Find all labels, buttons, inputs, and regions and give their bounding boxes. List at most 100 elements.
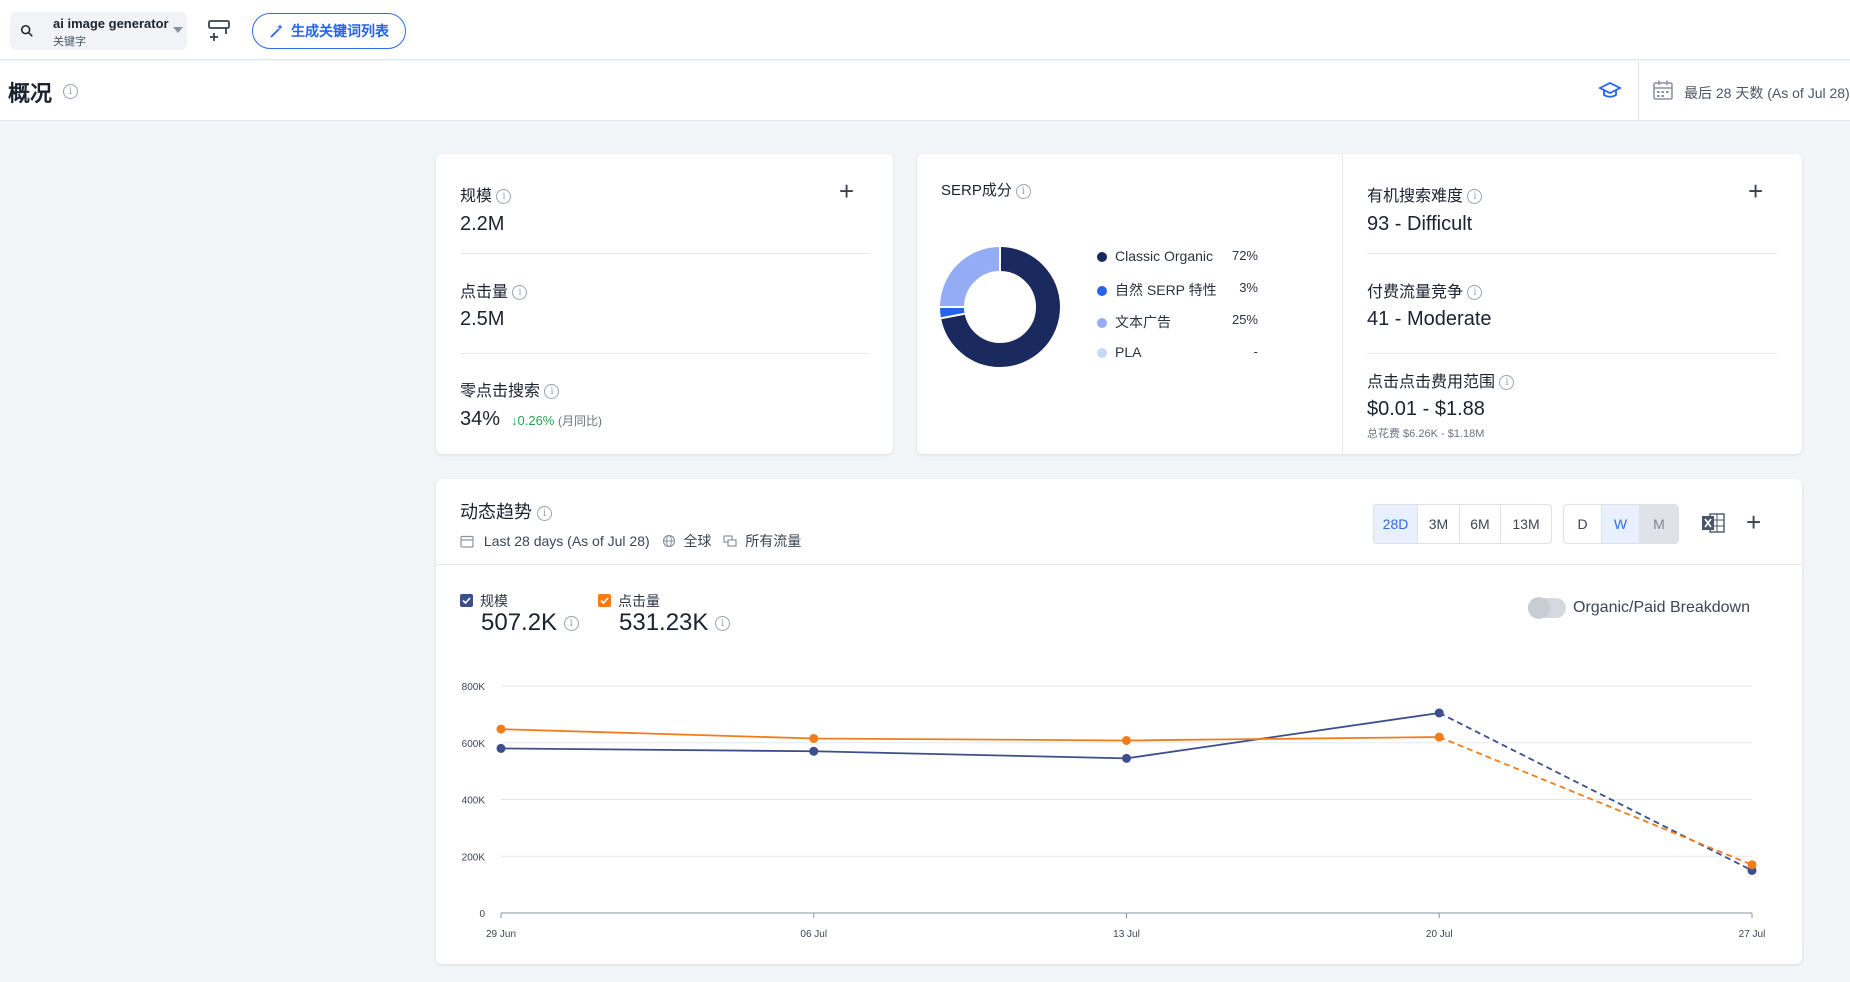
excel-export-icon[interactable] — [1701, 512, 1725, 534]
granularity-tab-day[interactable]: D — [1564, 505, 1602, 543]
trend-region: 全球 — [683, 533, 712, 549]
data-point[interactable] — [496, 724, 506, 734]
range-tabs: 28D 3M 6M 13M — [1373, 504, 1552, 544]
info-icon[interactable]: i — [496, 189, 512, 205]
zero-click-value: 34% — [460, 408, 501, 430]
clicks-series-label: 点击量 — [618, 593, 660, 609]
info-icon[interactable]: i — [544, 384, 560, 400]
data-point[interactable] — [1122, 735, 1131, 745]
clicks-series-value: 531.23K i — [619, 609, 731, 637]
volume-label: 规模 i — [460, 182, 512, 206]
data-point[interactable] — [809, 733, 819, 743]
legend-dot — [1097, 318, 1107, 328]
info-icon[interactable]: i — [537, 505, 553, 521]
info-icon[interactable]: i — [1499, 375, 1515, 391]
check-icon — [600, 597, 609, 605]
traffic-icon — [723, 535, 737, 547]
organic-difficulty-value: 93 - Difficult — [1367, 213, 1473, 235]
generate-keyword-list-button[interactable]: 生成关键词列表 — [252, 13, 406, 49]
generate-label: 生成关键词列表 — [291, 23, 389, 39]
divider — [1367, 353, 1777, 354]
metrics-card: 规模 i + 2.2M 点击量 i 2.5M 零点击搜索 i 34% ↓0.26… — [436, 154, 893, 454]
range-tab-13m[interactable]: 13M — [1501, 505, 1551, 543]
calendar-icon — [460, 535, 474, 548]
serp-title: SERP成分 i — [941, 179, 1032, 200]
cpc-range-label: 点击点击费用范围 i — [1367, 368, 1515, 392]
legend-item: 文本广告 — [1097, 312, 1171, 332]
page-header: 概况 i 最后 28 天数 (As of Jul 28) — [0, 61, 1850, 121]
legend-item: 自然 SERP 特性 — [1097, 280, 1217, 300]
paid-competition-label: 付费流量竞争 i — [1367, 278, 1483, 302]
add-volume-button[interactable]: + — [839, 178, 854, 204]
trend-period: Last 28 days (As of Jul 28) — [483, 533, 650, 549]
data-point[interactable] — [1434, 732, 1444, 742]
range-tab-6m[interactable]: 6M — [1460, 505, 1501, 543]
organic-paid-toggle[interactable] — [1528, 597, 1566, 619]
keyword-selector[interactable]: ai image generator 关键字 — [10, 12, 187, 50]
zero-click-delta: ↓0.26% (月同比) — [511, 413, 602, 428]
chevron-down-icon — [173, 27, 183, 33]
calendar-icon[interactable] — [1652, 79, 1674, 101]
keyword-type: 关键字 — [53, 36, 86, 48]
info-icon[interactable]: i — [512, 285, 528, 301]
clicks-checkbox[interactable] — [598, 594, 611, 607]
series-line — [500, 728, 1440, 742]
data-point[interactable] — [1122, 753, 1131, 763]
info-icon[interactable]: i — [63, 84, 78, 99]
zero-click-label: 零点击搜索 i — [460, 377, 560, 401]
data-point[interactable] — [496, 743, 506, 753]
legend-dot — [1097, 348, 1107, 358]
data-point[interactable] — [1747, 860, 1757, 870]
card-divider — [1342, 154, 1343, 454]
info-icon[interactable]: i — [715, 616, 731, 632]
y-tick-label: 800K — [462, 682, 486, 693]
granularity-tab-month[interactable]: M — [1640, 505, 1678, 543]
legend-value: 3% — [1239, 280, 1258, 295]
legend-value: - — [1253, 344, 1258, 359]
data-point[interactable] — [809, 746, 819, 756]
y-tick-label: 200K — [462, 852, 486, 863]
info-icon[interactable]: i — [1016, 183, 1032, 199]
trend-traffic: 所有流量 — [745, 533, 802, 549]
trend-meta: Last 28 days (As of Jul 28) 全球 所有流量 — [460, 531, 801, 551]
info-icon[interactable]: i — [1467, 189, 1483, 205]
check-icon — [462, 597, 471, 605]
keyword-name: ai image generator — [53, 16, 169, 31]
legend-value: 72% — [1231, 248, 1258, 263]
range-tab-3m[interactable]: 3M — [1418, 505, 1460, 543]
granularity-tabs: D W M — [1563, 504, 1679, 544]
y-tick-label: 0 — [479, 909, 485, 920]
toggle-knob — [1528, 597, 1550, 619]
info-icon[interactable]: i — [1467, 285, 1483, 301]
data-point[interactable] — [1434, 708, 1444, 718]
magic-wand-icon — [270, 24, 283, 38]
cpc-range-value: $0.01 - $1.88 — [1367, 398, 1485, 420]
x-tick-label: 13 Jul — [1113, 929, 1140, 940]
range-tab-28d[interactable]: 28D — [1374, 505, 1418, 543]
volume-checkbox[interactable] — [460, 594, 473, 607]
legend-item: Classic Organic — [1097, 248, 1213, 264]
header-divider — [1638, 61, 1639, 121]
y-tick-label: 600K — [462, 739, 486, 750]
clicks-label: 点击量 i — [460, 278, 528, 302]
add-to-list-icon[interactable] — [206, 17, 232, 43]
divider — [1367, 253, 1777, 254]
legend-dot — [1097, 252, 1107, 262]
granularity-tab-week[interactable]: W — [1602, 505, 1640, 543]
volume-value: 2.2M — [460, 213, 505, 235]
serp-donut-chart — [940, 247, 1060, 367]
legend-item: PLA — [1097, 344, 1141, 360]
info-icon[interactable]: i — [563, 616, 579, 632]
divider — [460, 253, 869, 254]
graduation-cap-icon[interactable] — [1598, 81, 1622, 101]
clicks-value: 2.5M — [460, 308, 505, 330]
paid-competition-value: 41 - Moderate — [1367, 308, 1492, 330]
series-projection-line — [1438, 712, 1753, 872]
volume-series-label: 规模 — [480, 593, 508, 609]
organic-difficulty-label: 有机搜索难度 i — [1367, 182, 1483, 206]
search-icon — [20, 24, 33, 37]
date-range-selector[interactable]: 最后 28 天数 (As of Jul 28) — [1684, 83, 1850, 103]
add-difficulty-button[interactable]: + — [1748, 178, 1763, 204]
volume-series-value: 507.2K i — [481, 609, 579, 637]
add-chart-button[interactable]: + — [1746, 509, 1761, 535]
